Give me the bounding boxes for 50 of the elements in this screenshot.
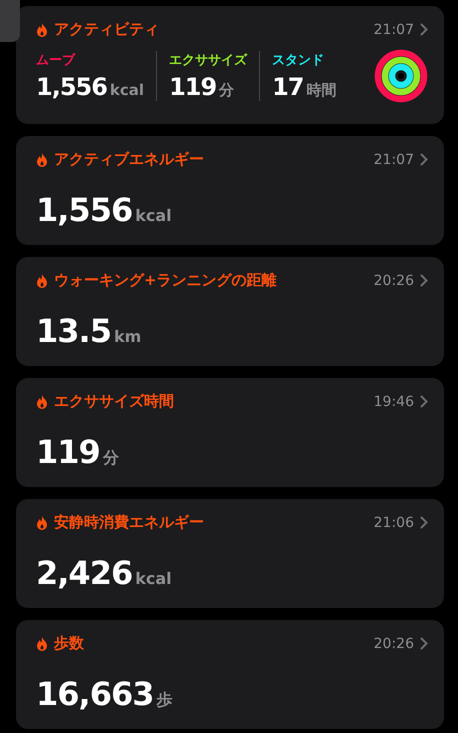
unit-label: 時間 (306, 81, 336, 100)
chevron-right-icon (420, 23, 428, 36)
card-title: 安静時消費エネルギー (54, 513, 205, 532)
chevron-right-icon (420, 274, 428, 287)
flame-icon (36, 394, 48, 408)
metric-label: スタンド (272, 52, 326, 69)
health-card[interactable]: 歩数 20:26 16,663 歩 (16, 620, 444, 729)
flame-icon (36, 274, 48, 288)
card-title: アクティブエネルギー (54, 150, 205, 169)
health-card[interactable]: エクササイズ時間 19:46 119 分 (16, 378, 444, 487)
time-label: 21:07 (374, 22, 414, 38)
flame-icon (36, 152, 48, 166)
metric-value: 1,556 (36, 191, 132, 229)
chevron-right-icon (420, 153, 428, 166)
health-card[interactable]: 安静時消費エネルギー 21:06 2,426 kcal (16, 499, 444, 608)
unit-label: km (114, 327, 142, 346)
metric-value: 17 (272, 73, 304, 101)
metric-value: 119 (169, 73, 216, 101)
flame-icon (36, 636, 48, 650)
unit-label: kcal (135, 569, 172, 588)
card-title: ウォーキング+ランニングの距離 (54, 271, 278, 290)
time-label: 20:26 (374, 636, 414, 652)
activity-card[interactable]: アクティビティ 21:07 ムーブ 1,556 kcal エクササイズ 119分 スタンド 17 時間 (16, 6, 444, 124)
unit-label: 分 (102, 448, 119, 469)
unit-label: 歩 (156, 690, 172, 711)
flame-icon (36, 22, 48, 36)
flame-icon (36, 516, 48, 530)
health-card[interactable]: アクティブエネルギー 21:07 1,556 kcal (16, 136, 444, 245)
card-title: エクササイズ時間 (54, 392, 175, 411)
unit-label: kcal (135, 206, 172, 225)
time-label: 20:26 (374, 272, 414, 288)
chevron-right-icon (420, 516, 428, 529)
time-label: 21:06 (374, 514, 414, 530)
activity-rings-icon (374, 49, 428, 103)
metric-value: 2,426 (36, 554, 132, 592)
chevron-right-icon (420, 395, 428, 408)
chevron-right-icon (420, 637, 428, 650)
card-title: アクティビティ (54, 20, 160, 39)
time-label: 19:46 (374, 394, 414, 410)
metric-value: 1,556 (36, 73, 107, 101)
metric-value: 119 (36, 433, 100, 471)
metric-value: 16,663 (36, 675, 154, 713)
health-card[interactable]: ウォーキング+ランニングの距離 20:26 13.5 km (16, 257, 444, 366)
time-label: 21:07 (374, 152, 414, 168)
metric-label: ムーブ (36, 52, 76, 69)
metric-label: エクササイズ (169, 52, 248, 69)
metric-value: 13.5 (36, 312, 111, 350)
card-title: 歩数 (54, 634, 85, 653)
unit-label: 分 (219, 81, 234, 100)
unit-label: kcal (110, 81, 144, 99)
